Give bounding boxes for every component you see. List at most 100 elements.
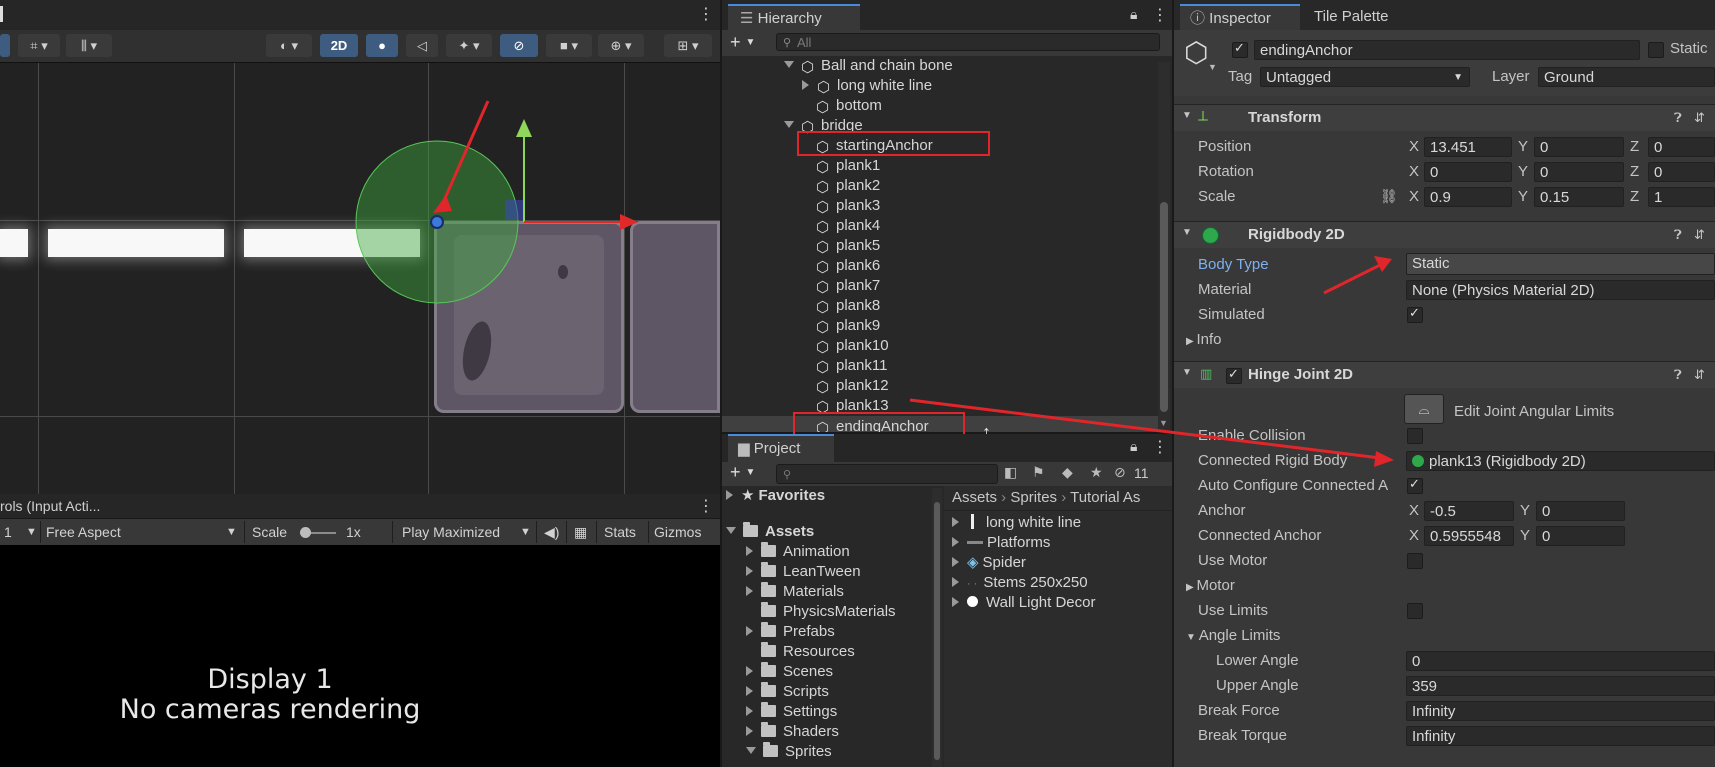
file-item[interactable]: Wall Light Decor	[952, 593, 1095, 613]
gizmo-tool-icon[interactable]: ⊕ ▾	[598, 34, 644, 57]
list-item[interactable]: ⬡ plank3	[816, 196, 880, 216]
presets-icon[interactable]: ⇵	[1694, 227, 1705, 243]
info-foldout[interactable]: ▶ Info	[1186, 329, 1222, 351]
hierarchy-scrollbar[interactable]: ▼	[1158, 62, 1170, 432]
scale-x-field[interactable]: 0.9	[1424, 187, 1512, 207]
list-item[interactable]: ⬡ plank7	[816, 276, 880, 296]
file-item[interactable]: Platforms	[952, 533, 1050, 553]
list-item[interactable]: ⬡ Ball and chain bone	[784, 56, 953, 76]
hinge-enabled-checkbox[interactable]	[1226, 366, 1242, 384]
tag-dropdown[interactable]: Untagged ▼	[1260, 67, 1470, 87]
folder-tree-scrollbar[interactable]	[932, 488, 942, 767]
hierarchy-menu-icon[interactable]: ⋮	[1152, 5, 1168, 25]
audio-icon[interactable]: ◁	[406, 34, 438, 57]
anchor-y-field[interactable]: 0	[1536, 501, 1625, 521]
simulated-checkbox[interactable]	[1407, 305, 1423, 323]
favorites-item[interactable]: ★ Favorites	[726, 486, 825, 506]
use-motor-checkbox[interactable]	[1407, 553, 1423, 569]
transform-gizmo[interactable]	[0, 63, 720, 501]
scrollbar-thumb[interactable]	[1160, 202, 1168, 412]
scale-y-field[interactable]: 0.15	[1534, 187, 1624, 207]
display-dropdown[interactable]: 1	[4, 522, 12, 543]
upper-angle-field[interactable]: 359	[1406, 676, 1715, 696]
foldout-icon[interactable]: ▼	[1182, 367, 1192, 378]
folder-item[interactable]: Scenes	[746, 662, 833, 682]
mute-audio-icon[interactable]: ◀)	[544, 522, 559, 543]
scene-viewport[interactable]	[0, 63, 720, 501]
favorite-star-icon[interactable]: ★	[1090, 464, 1103, 481]
grid-snap-icon[interactable]: ⫼ ▾	[66, 34, 112, 57]
material-field[interactable]: None (Physics Material 2D)	[1406, 280, 1715, 300]
icon-dropdown-icon[interactable]: ▼	[1208, 62, 1217, 72]
tab-tile-palette[interactable]: Tile Palette	[1302, 4, 1424, 30]
search-by-type-icon[interactable]: ◧	[1004, 464, 1017, 481]
file-item[interactable]: long white line	[952, 513, 1081, 533]
help-icon[interactable]: ❓︎	[1674, 367, 1682, 383]
static-checkbox[interactable]	[1648, 42, 1664, 58]
lock-icon[interactable]: 🔒︎	[1130, 438, 1137, 455]
hidden-objects-icon[interactable]: ⊘	[500, 34, 538, 57]
folder-item[interactable]: Shaders	[746, 722, 839, 742]
angle-limits-foldout[interactable]: ▼ Angle Limits	[1186, 625, 1280, 647]
position-x-field[interactable]: 13.451	[1424, 137, 1512, 157]
rotation-y-field[interactable]: 0	[1534, 162, 1624, 182]
scroll-down-icon[interactable]: ▼	[1159, 418, 1168, 428]
list-item[interactable]: ⬡ plank11	[816, 356, 887, 376]
folder-item[interactable]: Scripts	[746, 682, 829, 702]
folder-item[interactable]: Animation	[746, 542, 850, 562]
constrain-proportions-icon[interactable]: ⛓	[1380, 188, 1398, 205]
foldout-icon[interactable]: ▼	[1182, 110, 1192, 121]
position-z-field[interactable]: 0	[1648, 137, 1715, 157]
transform-header[interactable]: ▼ ⟂ Transform ❓︎ ⇵	[1174, 104, 1715, 131]
lower-angle-field[interactable]: 0	[1406, 651, 1715, 671]
folder-item[interactable]: Resources	[761, 642, 855, 662]
folder-item[interactable]: PhysicsMaterials	[761, 602, 896, 622]
rotation-z-field[interactable]: 0	[1648, 162, 1715, 182]
position-y-field[interactable]: 0	[1534, 137, 1624, 157]
list-item[interactable]: ⬡ plank6	[816, 256, 880, 276]
help-icon[interactable]: ❓︎	[1674, 227, 1682, 243]
presets-icon[interactable]: ⇵	[1694, 110, 1705, 126]
create-asset-button[interactable]: + ▼	[730, 462, 755, 483]
list-item[interactable]: ⬡ long white line	[802, 76, 932, 96]
game-viewport[interactable]: Display 1 No cameras rendering	[0, 545, 720, 767]
list-item[interactable]: ⬡ plank4	[816, 216, 880, 236]
display-chevron-icon[interactable]: ▼	[26, 522, 37, 543]
hidden-packages-icon[interactable]: ⊘	[1114, 464, 1126, 481]
breadcrumb-item[interactable]: Assets	[944, 489, 997, 506]
connected-anchor-y-field[interactable]: 0	[1536, 526, 1625, 546]
use-limits-checkbox[interactable]	[1407, 603, 1423, 619]
enable-collision-checkbox[interactable]	[1407, 428, 1423, 444]
connected-rigidbody-field[interactable]: plank13 (Rigidbody 2D)	[1406, 451, 1715, 471]
body-type-dropdown[interactable]: Static	[1406, 253, 1715, 275]
scale-slider-thumb[interactable]	[300, 527, 311, 538]
filter-icon[interactable]: ⚑	[1032, 464, 1045, 481]
frame-debug-icon[interactable]: ▦	[574, 522, 587, 543]
shading-mode-icon[interactable]: ◐ ▾	[266, 34, 312, 57]
label-icon[interactable]: ◆	[1062, 464, 1073, 481]
list-item[interactable]: ⬡ plank1	[816, 156, 880, 176]
lighting-icon[interactable]: ●	[366, 34, 398, 57]
list-item[interactable]: ⬡ plank10	[816, 336, 889, 356]
scene-menu-icon[interactable]: ⋮	[698, 4, 714, 24]
rotation-x-field[interactable]: 0	[1424, 162, 1512, 182]
breadcrumb-item[interactable]: Tutorial As	[1070, 489, 1140, 506]
file-item[interactable]: ◈ Spider	[952, 553, 1026, 573]
list-item[interactable]: ⬡ plank5	[816, 236, 880, 256]
file-item[interactable]: · · Stems 250x250	[952, 573, 1088, 593]
anchor-x-field[interactable]: -0.5	[1424, 501, 1514, 521]
move-tool-button[interactable]	[0, 34, 10, 57]
project-menu-icon[interactable]: ⋮	[1152, 437, 1168, 457]
connected-anchor-x-field[interactable]: 0.5955548	[1424, 526, 1514, 546]
folder-item[interactable]: Materials	[746, 582, 844, 602]
effects-icon[interactable]: ✦ ▾	[446, 34, 492, 57]
help-icon[interactable]: ❓︎	[1674, 110, 1682, 126]
breadcrumb-item[interactable]: Sprites	[1010, 489, 1057, 506]
rigidbody-header[interactable]: ▼ Rigidbody 2D ❓︎ ⇵	[1174, 221, 1715, 248]
motor-foldout[interactable]: ▶ Motor	[1186, 575, 1235, 597]
stats-button[interactable]: Stats	[604, 522, 636, 543]
hierarchy-search-input[interactable]: ⚲ All	[776, 33, 1160, 51]
mode-2d-button[interactable]: 2D	[320, 34, 358, 57]
game-menu-icon[interactable]: ⋮	[698, 496, 714, 516]
snap-icon[interactable]: ⌗ ▾	[18, 34, 60, 57]
